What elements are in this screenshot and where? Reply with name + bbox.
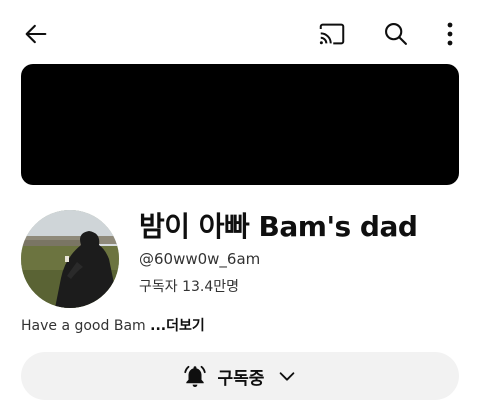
arrow-left-icon (25, 24, 47, 44)
top-app-bar (0, 0, 480, 64)
subscribed-label: 구독중 (217, 368, 265, 389)
cast-icon (319, 23, 345, 45)
avatar-photo (21, 210, 119, 308)
more-options-button[interactable] (432, 14, 468, 54)
more-link[interactable]: ...더보기 (150, 318, 205, 334)
subscriber-count: 구독자 13.4만명 (139, 279, 240, 295)
search-button[interactable] (376, 14, 416, 54)
subscribed-button[interactable]: 구독중 (21, 352, 459, 400)
chevron-down-icon (276, 365, 298, 387)
more-vertical-icon (447, 22, 453, 46)
channel-banner (21, 64, 459, 185)
bell-icon (182, 363, 208, 389)
back-button[interactable] (16, 14, 56, 54)
channel-avatar[interactable] (21, 210, 119, 308)
channel-handle: @60ww0w_6am (139, 250, 261, 268)
channel-description[interactable]: Have a good Bam ...더보기 (21, 315, 205, 335)
description-text: Have a good Bam (21, 318, 151, 334)
search-icon (385, 23, 407, 45)
channel-name: 밤이 아빠 Bam's dad (139, 210, 418, 243)
cast-button[interactable] (312, 14, 352, 54)
